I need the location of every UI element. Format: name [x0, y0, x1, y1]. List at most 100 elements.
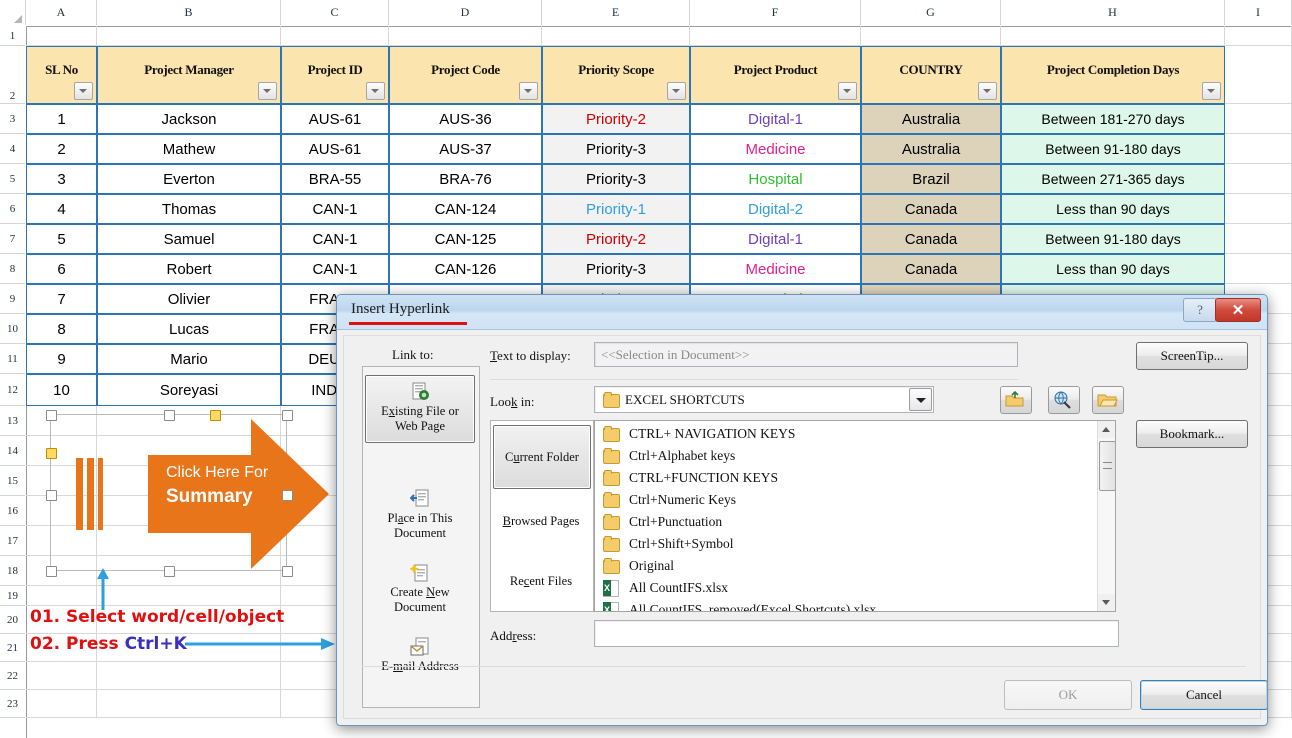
- row-header-9[interactable]: 9: [0, 284, 25, 314]
- column-header-e[interactable]: E: [542, 0, 690, 25]
- table-cell-id[interactable]: CAN-1: [281, 224, 389, 254]
- table-cell-code[interactable]: BRA-76: [389, 164, 542, 194]
- table-cell-manager[interactable]: Everton: [97, 164, 281, 194]
- file-list-item[interactable]: Ctrl+Alphabet keys: [603, 445, 735, 467]
- filter-dropdown-icon-country[interactable]: [978, 82, 997, 100]
- table-cell-country[interactable]: Australia: [861, 104, 1001, 134]
- table-cell-country[interactable]: Canada: [861, 224, 1001, 254]
- column-header-h[interactable]: H: [1001, 0, 1225, 25]
- row-header-3[interactable]: 3: [0, 104, 25, 134]
- table-cell-manager[interactable]: Robert: [97, 254, 281, 284]
- handle-se[interactable]: [282, 566, 293, 577]
- table-cell-country[interactable]: Canada: [861, 254, 1001, 284]
- row-header-4[interactable]: 4: [0, 134, 25, 164]
- filter-dropdown-icon-days[interactable]: [1202, 82, 1221, 100]
- screentip-button[interactable]: ScreenTip...: [1136, 342, 1248, 370]
- link-to-item-create-new-document[interactable]: Create New Document: [365, 563, 475, 615]
- table-cell-days[interactable]: Between 91-180 days: [1001, 134, 1225, 164]
- table-cell-code[interactable]: CAN-124: [389, 194, 542, 224]
- file-list-item[interactable]: CTRL+ NAVIGATION KEYS: [603, 423, 795, 445]
- table-cell-country[interactable]: Australia: [861, 134, 1001, 164]
- row-header-14[interactable]: 14: [0, 436, 25, 466]
- row-header-18[interactable]: 18: [0, 556, 25, 586]
- handle-ne[interactable]: [282, 410, 293, 421]
- file-list-item[interactable]: Ctrl+Numeric Keys: [603, 489, 736, 511]
- filter-dropdown-icon-priority[interactable]: [667, 82, 686, 100]
- scroll-down-icon[interactable]: [1098, 594, 1115, 611]
- table-cell-manager[interactable]: Olivier: [97, 284, 281, 314]
- row-header-13[interactable]: 13: [0, 406, 25, 436]
- table-cell-code[interactable]: AUS-37: [389, 134, 542, 164]
- row-header-2[interactable]: 2: [0, 46, 25, 104]
- table-cell-product[interactable]: Digital-1: [690, 224, 861, 254]
- summary-arrow-shape[interactable]: Click Here For Summary: [46, 410, 329, 577]
- chevron-down-icon[interactable]: [909, 388, 932, 411]
- file-list-item[interactable]: Original: [603, 555, 674, 577]
- row-header-15[interactable]: 15: [0, 466, 25, 496]
- browse-for-file-icon[interactable]: [1092, 386, 1124, 414]
- table-cell-country[interactable]: Canada: [861, 194, 1001, 224]
- handle-nw[interactable]: [46, 410, 57, 421]
- row-header-10[interactable]: 10: [0, 314, 25, 344]
- column-header-c[interactable]: C: [281, 0, 389, 25]
- link-to-item-place-in-document[interactable]: Place in This Document: [365, 489, 475, 541]
- row-header-16[interactable]: 16: [0, 496, 25, 526]
- scrollbar-thumb[interactable]: [1099, 441, 1115, 491]
- table-cell-manager[interactable]: Lucas: [97, 314, 281, 344]
- row-header-20[interactable]: 20: [0, 606, 25, 634]
- table-cell-days[interactable]: Between 91-180 days: [1001, 224, 1225, 254]
- table-cell-sl[interactable]: 6: [26, 254, 97, 284]
- source-tab-current-folder[interactable]: Current Folder: [493, 425, 591, 489]
- row-header-23[interactable]: 23: [0, 690, 25, 718]
- dialog-title-bar[interactable]: Insert Hyperlink ? ✕: [337, 295, 1267, 330]
- table-cell-days[interactable]: Less than 90 days: [1001, 254, 1225, 284]
- file-list[interactable]: CTRL+ NAVIGATION KEYS Ctrl+Alphabet keys C…: [594, 420, 1116, 612]
- table-cell-sl[interactable]: 2: [26, 134, 97, 164]
- row-header-19[interactable]: 19: [0, 586, 25, 606]
- scroll-up-icon[interactable]: [1098, 421, 1115, 438]
- table-cell-sl[interactable]: 8: [26, 314, 97, 344]
- column-header-i[interactable]: I: [1225, 0, 1292, 25]
- row-header-7[interactable]: 7: [0, 224, 25, 254]
- table-cell-code[interactable]: CAN-125: [389, 224, 542, 254]
- table-cell-id[interactable]: CAN-1: [281, 194, 389, 224]
- table-cell-id[interactable]: AUS-61: [281, 134, 389, 164]
- table-cell-id[interactable]: CAN-1: [281, 254, 389, 284]
- table-cell-manager[interactable]: Mario: [97, 344, 281, 374]
- table-cell-sl[interactable]: 4: [26, 194, 97, 224]
- table-cell-days[interactable]: Between 271-365 days: [1001, 164, 1225, 194]
- source-tab-recent-files[interactable]: Recent Files: [493, 561, 589, 601]
- table-cell-manager[interactable]: Thomas: [97, 194, 281, 224]
- address-field[interactable]: [594, 620, 1119, 647]
- handle-n[interactable]: [164, 410, 175, 421]
- table-cell-days[interactable]: Less than 90 days: [1001, 194, 1225, 224]
- column-header-a[interactable]: A: [26, 0, 97, 25]
- cancel-button[interactable]: Cancel: [1140, 680, 1267, 710]
- table-cell-code[interactable]: CAN-126: [389, 254, 542, 284]
- handle-w[interactable]: [46, 490, 57, 501]
- table-cell-id[interactable]: BRA-55: [281, 164, 389, 194]
- row-header-11[interactable]: 11: [0, 344, 25, 374]
- column-header-f[interactable]: F: [690, 0, 861, 25]
- row-header-1[interactable]: 1: [0, 26, 25, 46]
- filter-dropdown-icon-id[interactable]: [366, 82, 385, 100]
- table-cell-manager[interactable]: Jackson: [97, 104, 281, 134]
- column-header-b[interactable]: B: [97, 0, 281, 25]
- handle-adjust[interactable]: [46, 448, 57, 459]
- look-in-combo[interactable]: EXCEL SHORTCUTS: [594, 386, 934, 413]
- table-cell-product[interactable]: Medicine: [690, 254, 861, 284]
- up-one-folder-icon[interactable]: [1000, 386, 1032, 414]
- source-tab-browsed-pages[interactable]: Browsed Pages: [493, 501, 589, 541]
- row-header-12[interactable]: 12: [0, 374, 25, 406]
- filter-dropdown-icon-sl[interactable]: [74, 82, 93, 100]
- column-header-g[interactable]: G: [861, 0, 1001, 25]
- source-tabs-panel[interactable]: Current Folder Browsed Pages Recent Files: [490, 420, 594, 612]
- table-cell-priority[interactable]: Priority-3: [542, 254, 690, 284]
- close-button[interactable]: ✕: [1215, 298, 1261, 322]
- table-cell-manager[interactable]: Mathew: [97, 134, 281, 164]
- row-header-5[interactable]: 5: [0, 164, 25, 194]
- table-cell-sl[interactable]: 1: [26, 104, 97, 134]
- table-cell-manager[interactable]: Samuel: [97, 224, 281, 254]
- text-to-display-field[interactable]: <<Selection in Document>>: [594, 342, 1018, 367]
- file-list-item[interactable]: All CountIFS.xlsx: [603, 577, 728, 599]
